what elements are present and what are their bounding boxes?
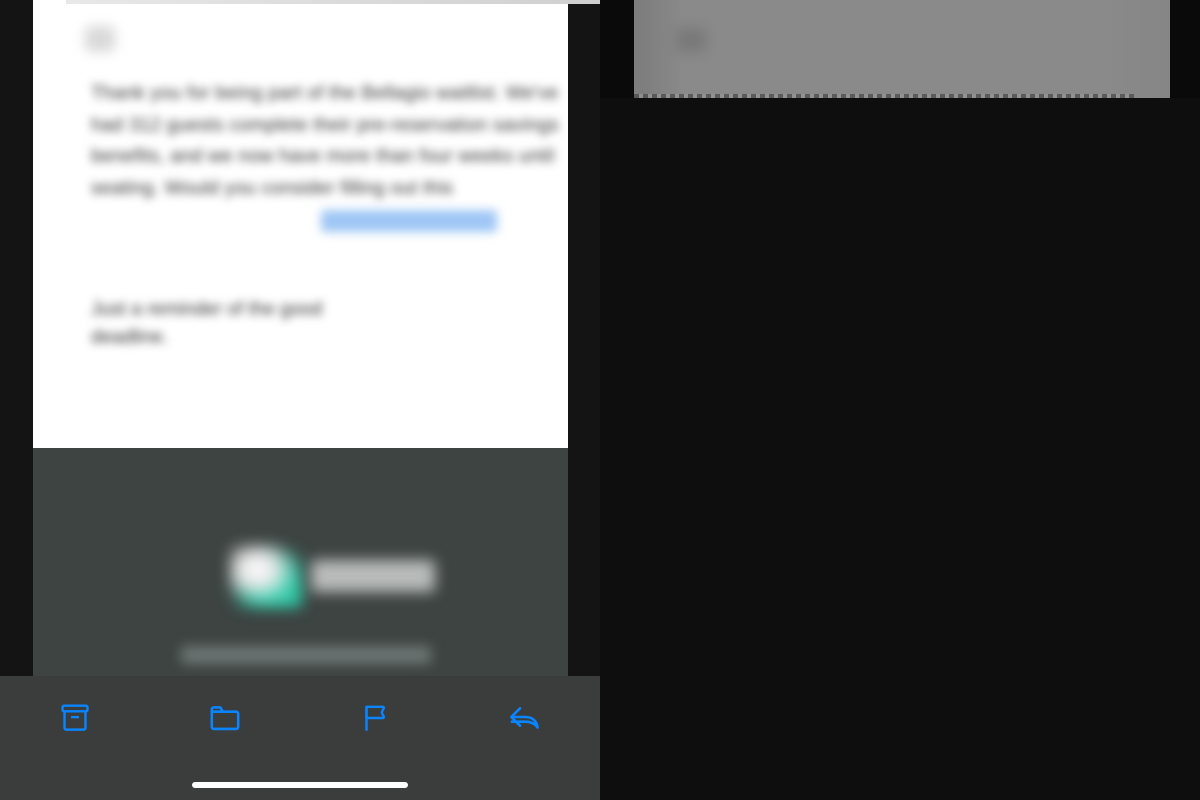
dimmed-edge-gradient [634,0,1170,98]
mail-body-paragraph: Thank you for being part of the Bellagio… [91,83,565,199]
mail-message-body: Thank you for being part of the Bellagio… [33,0,600,448]
home-indicator-left [192,782,408,788]
toolbar-move-button[interactable] [150,676,300,760]
screenshot-root: Thank you for being part of the Bellagio… [0,0,1200,800]
mail-bottom-toolbar [0,676,600,800]
mail-footer-branding [33,448,568,676]
mail-inline-link-highlight[interactable] [321,210,497,232]
toolbar-reply-button[interactable] [450,676,600,760]
device-bezel-left [0,0,33,676]
reply-icon [510,707,539,729]
right-action-sheet-pane: S [600,0,1200,800]
archive-icon [61,704,89,731]
brand-name-redacted [311,560,435,592]
device-bezel-right [568,0,600,676]
mail-signature-line: Just a reminder of the good deadline. [91,299,323,348]
mail-scroll-edge [66,0,600,4]
footer-subtext-redacted [181,646,431,664]
flag-icon [365,705,386,731]
left-mail-pane: Thank you for being part of the Bellagio… [0,0,600,800]
dimmed-scroll-ticks [634,94,1134,98]
toolbar-flag-button[interactable] [300,676,450,760]
toolbar-archive-button[interactable] [0,676,150,760]
dimmed-mail-background [634,0,1170,98]
mail-sender-avatar-redacted [85,26,115,52]
folder-icon [210,706,240,731]
brand-logo-icon [229,544,303,608]
